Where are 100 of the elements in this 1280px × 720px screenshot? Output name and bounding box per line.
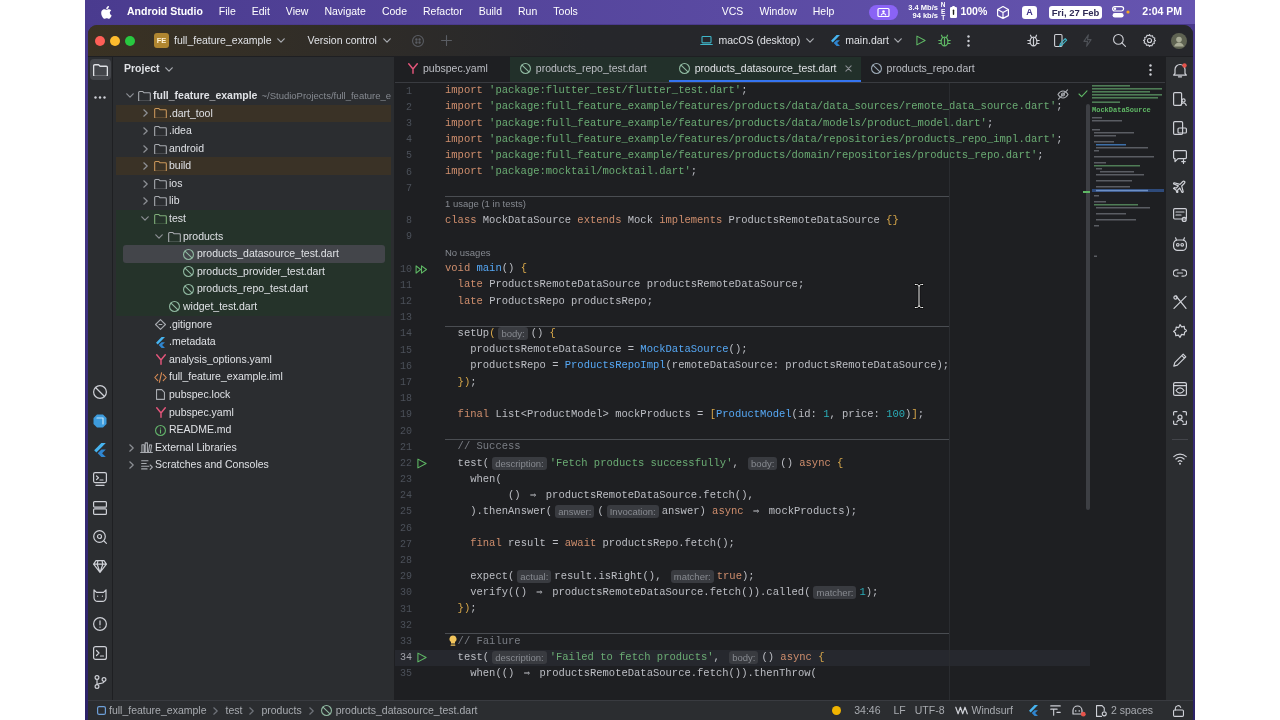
menu-item[interactable]: Tools bbox=[553, 4, 578, 20]
link-icon[interactable] bbox=[1172, 266, 1187, 280]
tree-item[interactable]: analysis_options.yaml bbox=[123, 350, 385, 369]
magnifier-icon[interactable] bbox=[93, 530, 107, 544]
chevron-right-icon[interactable] bbox=[142, 197, 148, 206]
terminal-icon[interactable] bbox=[93, 646, 107, 660]
more-options-icon[interactable] bbox=[1149, 63, 1152, 76]
check-icon[interactable] bbox=[1078, 90, 1088, 98]
tree-item[interactable]: README.md bbox=[123, 421, 385, 439]
scan-icon[interactable] bbox=[1172, 411, 1187, 425]
breadcrumb[interactable]: products_datasource_test.dart bbox=[335, 702, 478, 719]
code-vision-hint[interactable]: No usages bbox=[445, 245, 491, 261]
text-lines-icon[interactable] bbox=[1049, 705, 1061, 716]
breadcrumb[interactable]: test bbox=[225, 702, 243, 719]
run-config-selector[interactable]: main.dart bbox=[831, 29, 902, 52]
clock-time[interactable]: 2:04 PM bbox=[1142, 4, 1182, 20]
menu-item[interactable]: Refactor bbox=[423, 4, 463, 20]
run-icon[interactable] bbox=[416, 457, 427, 469]
run-icon[interactable] bbox=[916, 35, 926, 46]
tree-item[interactable]: Scratches and Consoles bbox=[123, 456, 385, 475]
device-user-icon[interactable] bbox=[1172, 92, 1187, 106]
menu-item[interactable]: Window bbox=[759, 4, 797, 20]
git-branch-icon[interactable] bbox=[93, 675, 107, 689]
menu-item[interactable]: View bbox=[285, 4, 309, 20]
card-icon[interactable] bbox=[1172, 208, 1187, 222]
more-options-icon[interactable] bbox=[94, 96, 106, 99]
editor-tab[interactable]: products_repo.dart bbox=[860, 57, 997, 82]
circle-slash-icon[interactable] bbox=[93, 385, 107, 399]
editor-tab[interactable]: products_datasource_test.dart bbox=[668, 57, 861, 82]
menu-item[interactable]: Build bbox=[478, 4, 503, 20]
menu-item[interactable]: Navigate bbox=[324, 4, 366, 20]
open-lock-icon[interactable] bbox=[1173, 704, 1184, 717]
tree-item[interactable]: lib bbox=[123, 192, 385, 211]
menu-item[interactable]: Code bbox=[381, 4, 407, 20]
tree-item[interactable]: pubspec.yaml bbox=[123, 403, 385, 422]
editor-tab[interactable]: pubspec.yaml bbox=[398, 57, 510, 82]
project-view-dropdown[interactable]: Project bbox=[124, 61, 173, 77]
caret-position[interactable]: 34:46 bbox=[854, 702, 881, 719]
menu-item[interactable]: File bbox=[218, 4, 236, 20]
wifi-icon[interactable] bbox=[1172, 451, 1187, 465]
windsurf-widget[interactable]: Windsurf bbox=[954, 702, 1013, 719]
chevron-down-icon[interactable] bbox=[155, 234, 163, 240]
phone-pen-icon[interactable] bbox=[1054, 34, 1068, 47]
input-source-indicator[interactable]: A bbox=[1022, 5, 1037, 19]
editor-tab[interactable]: products_repo_test.dart bbox=[509, 57, 669, 82]
avatar-icon[interactable] bbox=[1171, 32, 1187, 49]
search-icon[interactable] bbox=[1113, 34, 1126, 47]
project-tool-button[interactable] bbox=[89, 59, 111, 80]
devices-icon[interactable] bbox=[1172, 121, 1187, 135]
screen-person-icon[interactable] bbox=[869, 4, 899, 20]
menu-item[interactable]: Run bbox=[518, 4, 538, 20]
monitor-prompt-icon[interactable] bbox=[93, 472, 107, 486]
close-window-icon[interactable] bbox=[95, 35, 105, 46]
breadcrumb[interactable]: full_feature_example bbox=[109, 702, 207, 719]
tree-item[interactable]: External Libraries bbox=[123, 438, 385, 457]
settings-icon[interactable] bbox=[1143, 34, 1156, 47]
debug-icon[interactable] bbox=[938, 34, 951, 47]
flutter-logo-icon[interactable] bbox=[1028, 705, 1038, 716]
flutter-logo-icon[interactable] bbox=[94, 443, 106, 457]
menu-item[interactable]: Edit bbox=[251, 4, 270, 20]
battery-icon[interactable] bbox=[950, 6, 958, 18]
chevron-right-icon[interactable] bbox=[142, 162, 148, 171]
tree-item[interactable]: .idea bbox=[123, 122, 385, 140]
robot-face-icon[interactable] bbox=[1071, 704, 1086, 717]
more-options-icon[interactable] bbox=[967, 34, 970, 47]
device-selector[interactable]: macOS (desktop) bbox=[699, 29, 815, 52]
chevron-right-icon[interactable] bbox=[142, 179, 148, 188]
tree-item[interactable]: .metadata bbox=[123, 333, 385, 351]
run-icon[interactable] bbox=[416, 652, 427, 664]
cube-icon[interactable] bbox=[997, 5, 1010, 19]
menu-item[interactable]: Help bbox=[812, 4, 835, 20]
chevron-right-icon[interactable] bbox=[142, 109, 148, 118]
chevron-right-icon[interactable] bbox=[128, 461, 134, 470]
airplane-icon[interactable] bbox=[1172, 179, 1187, 193]
octagon-icon[interactable] bbox=[93, 414, 107, 428]
chevron-down-icon[interactable] bbox=[141, 216, 149, 222]
app-menu[interactable]: Android Studio bbox=[127, 4, 203, 20]
tree-item[interactable]: .dart_tool bbox=[123, 104, 385, 123]
circle-dots-icon[interactable] bbox=[411, 34, 424, 47]
tree-item[interactable]: products_datasource_test.dart bbox=[123, 245, 385, 263]
tree-item[interactable]: products_provider_test.dart bbox=[123, 262, 385, 281]
minimize-window-icon[interactable] bbox=[110, 35, 120, 46]
alert-icon[interactable] bbox=[93, 617, 107, 631]
tree-item[interactable]: products_repo_test.dart bbox=[123, 280, 385, 299]
run-all-icon[interactable] bbox=[415, 264, 428, 274]
eye-slash-icon[interactable] bbox=[1057, 89, 1069, 100]
bell-icon[interactable] bbox=[1172, 62, 1187, 78]
tools-icon[interactable] bbox=[1172, 295, 1187, 309]
close-icon[interactable] bbox=[844, 65, 852, 72]
tree-item[interactable]: android bbox=[123, 139, 385, 158]
apple-logo-icon[interactable] bbox=[101, 5, 112, 19]
tree-item[interactable]: build bbox=[123, 157, 385, 175]
seal-icon[interactable] bbox=[1172, 324, 1187, 338]
zoom-window-icon[interactable] bbox=[125, 35, 135, 46]
diamond-icon[interactable] bbox=[93, 559, 107, 573]
file-encoding[interactable]: UTF-8 bbox=[914, 702, 945, 719]
breadcrumb[interactable]: products bbox=[261, 702, 302, 719]
indent-setting[interactable]: 2 spaces bbox=[1095, 702, 1153, 719]
scrollbar[interactable] bbox=[1086, 104, 1090, 510]
tree-item[interactable]: full_feature_example.iml bbox=[123, 368, 385, 387]
